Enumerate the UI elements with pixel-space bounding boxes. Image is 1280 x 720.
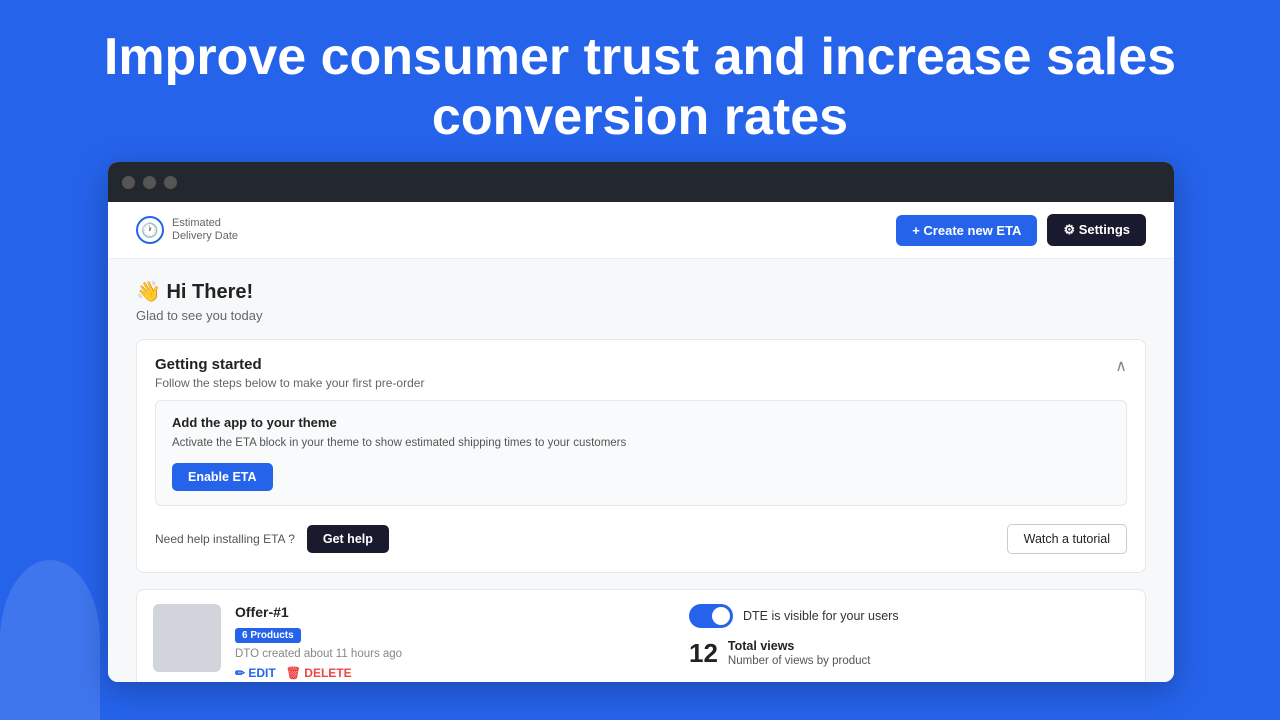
settings-button[interactable]: ⚙ Settings xyxy=(1047,214,1146,246)
greeting-title: 👋 Hi There! xyxy=(136,279,1146,304)
toggle-knob xyxy=(712,607,730,625)
browser-content: 🕐 Estimated Delivery Date + Create new E… xyxy=(108,202,1174,682)
greeting-subtitle: Glad to see you today xyxy=(136,308,1146,323)
logo-area: 🕐 Estimated Delivery Date xyxy=(136,216,238,244)
browser-window: 🕐 Estimated Delivery Date + Create new E… xyxy=(108,162,1174,682)
hero-section: Improve consumer trust and increase sale… xyxy=(0,0,1280,168)
main-content: 👋 Hi There! Glad to see you today Gettin… xyxy=(108,259,1174,682)
browser-titlebar xyxy=(108,162,1174,202)
getting-started-subtitle: Follow the steps below to make your firs… xyxy=(155,376,424,390)
visibility-toggle-row: DTE is visible for your users xyxy=(689,604,1129,628)
offer-actions: ✏ EDIT 🗑 DELETE xyxy=(235,666,675,680)
header-actions: + Create new ETA ⚙ Settings xyxy=(896,214,1146,246)
browser-dot-yellow xyxy=(143,176,156,189)
getting-started-card: Getting started Follow the steps below t… xyxy=(136,339,1146,573)
browser-dot-red xyxy=(122,176,135,189)
edit-link[interactable]: ✏ EDIT xyxy=(235,666,276,680)
offer-name: Offer-#1 xyxy=(235,604,675,620)
offer-card: Offer-#1 6 Products DTO created about 11… xyxy=(136,589,1146,682)
browser-dot-green xyxy=(164,176,177,189)
getting-started-header: Getting started Follow the steps below t… xyxy=(137,340,1145,400)
offer-meta: DTO created about 11 hours ago xyxy=(235,648,675,660)
offer-info: Offer-#1 6 Products DTO created about 11… xyxy=(235,604,675,680)
delete-link[interactable]: 🗑 DELETE xyxy=(286,666,352,680)
decorative-blob xyxy=(0,560,100,720)
views-info: Total views Number of views by product xyxy=(728,638,871,669)
help-row: Need help installing ETA ? Get help Watc… xyxy=(155,520,1127,558)
create-eta-button[interactable]: + Create new ETA xyxy=(896,215,1037,246)
getting-started-body: Add the app to your theme Activate the E… xyxy=(137,400,1145,572)
toggle-label: DTE is visible for your users xyxy=(743,609,899,623)
help-text: Need help installing ETA ? xyxy=(155,532,295,546)
getting-started-title: Getting started xyxy=(155,356,424,373)
offer-badge: 6 Products xyxy=(235,628,301,643)
app-header: 🕐 Estimated Delivery Date + Create new E… xyxy=(108,202,1174,259)
theme-card-title: Add the app to your theme xyxy=(172,415,1110,430)
theme-card-description: Activate the ETA block in your theme to … xyxy=(172,435,1110,451)
get-help-button[interactable]: Get help xyxy=(307,525,389,553)
enable-eta-button[interactable]: Enable ETA xyxy=(172,463,273,491)
watch-tutorial-button[interactable]: Watch a tutorial xyxy=(1007,524,1127,554)
offer-stats: DTE is visible for your users 12 Total v… xyxy=(689,604,1129,669)
getting-started-header-text: Getting started Follow the steps below t… xyxy=(155,356,424,390)
views-row: 12 Total views Number of views by produc… xyxy=(689,638,1129,669)
theme-card: Add the app to your theme Activate the E… xyxy=(155,400,1127,506)
hero-text: Improve consumer trust and increase sale… xyxy=(0,0,1280,168)
logo-text: Estimated Delivery Date xyxy=(172,217,238,243)
chevron-up-icon[interactable]: ∧ xyxy=(1115,356,1127,376)
views-count: 12 xyxy=(689,638,718,669)
offer-thumbnail xyxy=(153,604,221,672)
logo-icon: 🕐 xyxy=(136,216,164,244)
visibility-toggle[interactable] xyxy=(689,604,733,628)
